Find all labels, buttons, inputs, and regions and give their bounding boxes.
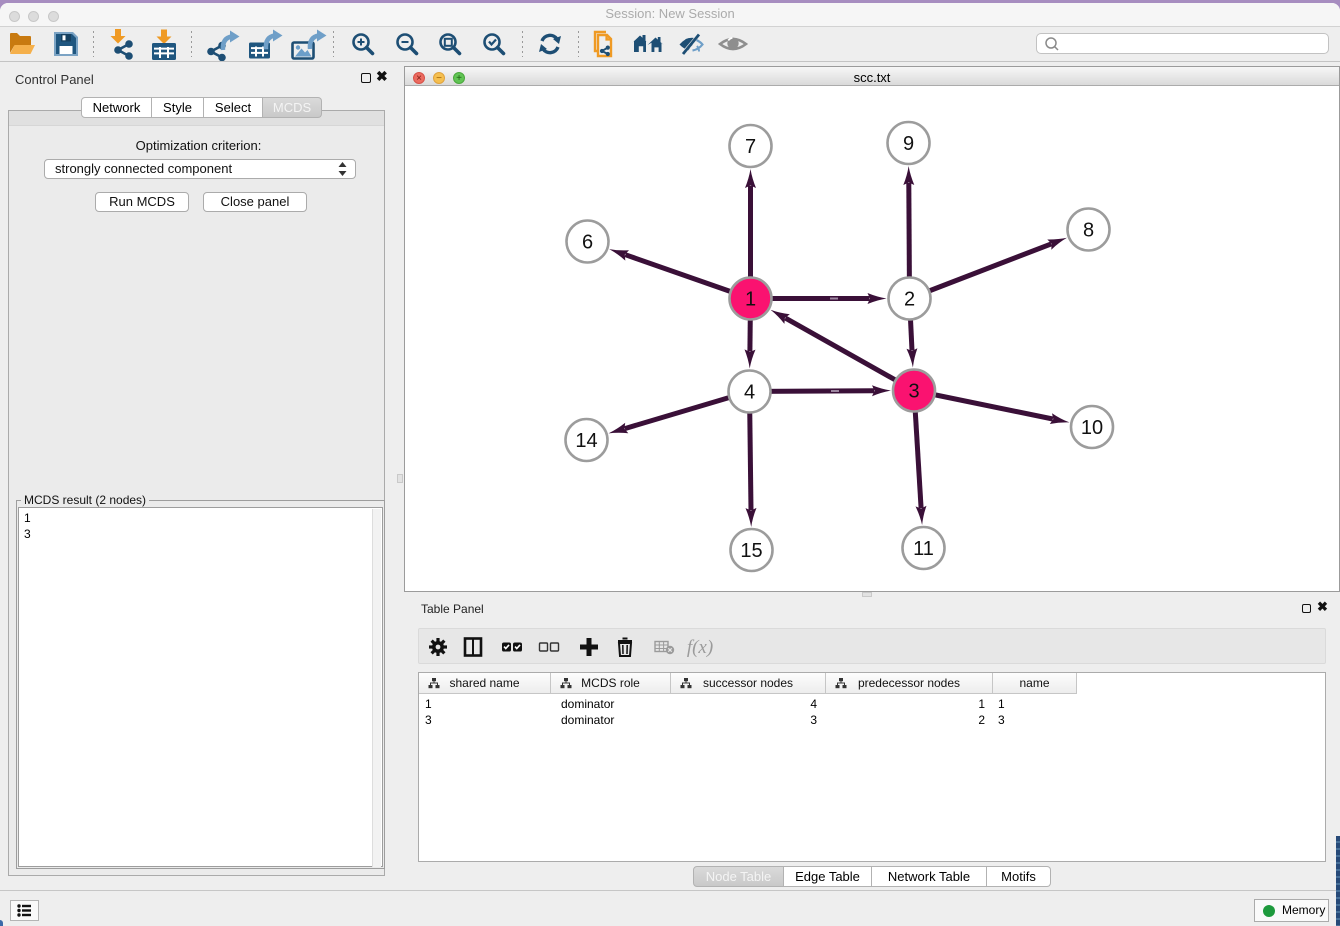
svg-text:10: 10 xyxy=(1081,417,1103,439)
svg-text:4: 4 xyxy=(744,382,755,404)
svg-text:2: 2 xyxy=(904,289,915,311)
svg-text:1: 1 xyxy=(745,289,756,311)
svg-text:14: 14 xyxy=(575,430,597,452)
svg-text:9: 9 xyxy=(903,133,914,155)
svg-text:8: 8 xyxy=(1083,220,1094,242)
svg-text:15: 15 xyxy=(740,540,762,562)
svg-text:6: 6 xyxy=(582,232,593,254)
svg-text:3: 3 xyxy=(908,381,919,403)
svg-text:f(x): f(x) xyxy=(687,637,713,658)
svg-text:11: 11 xyxy=(913,538,934,560)
svg-text:7: 7 xyxy=(745,136,756,158)
